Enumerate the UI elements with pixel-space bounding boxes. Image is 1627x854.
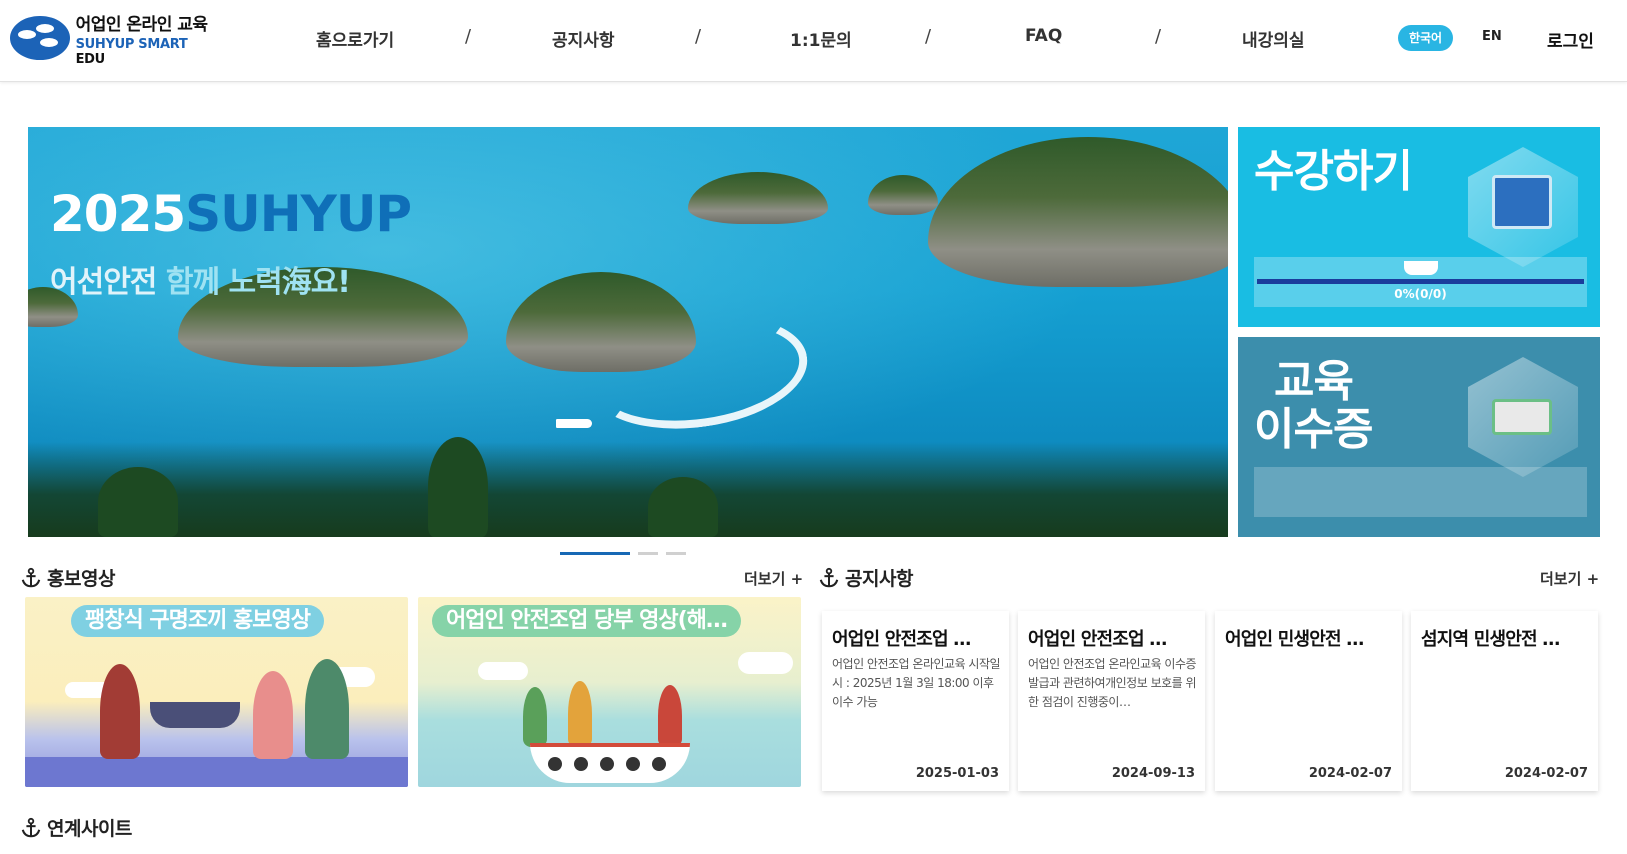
- notice-card[interactable]: 어업인 안전조업 … 어업인 안전조업 온라인교육 이수증 발급과 관련하여개인…: [1018, 611, 1205, 791]
- anchor-icon: [819, 567, 839, 587]
- anchor-icon: [21, 567, 41, 587]
- nav-faq[interactable]: FAQ: [1025, 26, 1062, 46]
- promo-video-2[interactable]: 어업인 안전조업 당부 영상(해…: [418, 597, 801, 787]
- nav-separator: /: [695, 26, 702, 47]
- course-tile[interactable]: 수강하기 0%(0/0): [1238, 127, 1600, 327]
- tree-foreground: [28, 442, 1228, 537]
- anchor-icon: [21, 817, 41, 837]
- lang-english-button[interactable]: EN: [1482, 29, 1502, 44]
- promo-video-1[interactable]: 팽창식 구명조끼 홍보영상: [25, 597, 408, 787]
- ship-illustration: [530, 743, 690, 783]
- video-title: 어업인 안전조업 당부 영상(해…: [432, 605, 741, 637]
- promo-more-link[interactable]: 더보기 +: [744, 568, 803, 589]
- notice-date: 2024-09-13: [1111, 766, 1195, 781]
- certificate-title-line2: 이수증: [1254, 404, 1373, 455]
- slider-dot-3[interactable]: [666, 552, 686, 555]
- fisher-illustration: [253, 671, 293, 759]
- fisher-illustration: [568, 681, 592, 747]
- nav-my-classroom[interactable]: 내강의실: [1242, 26, 1305, 51]
- slider-pagination: [560, 552, 686, 556]
- slider-dot-1[interactable]: [560, 552, 630, 555]
- notice-card[interactable]: 섬지역 민생안전 … 2024-02-07: [1411, 611, 1598, 791]
- progress-text: 0%(0/0): [1394, 287, 1447, 301]
- notice-title: 어업인 안전조업 …: [1028, 629, 1167, 650]
- notice-date: 2025-01-03: [915, 766, 999, 781]
- boat-image: [556, 419, 592, 428]
- nav-notice[interactable]: 공지사항: [552, 26, 615, 51]
- main-nav: 홈으로가기 / 공지사항 / 1:1문의 / FAQ / 내강의실: [300, 24, 1310, 54]
- hero-title: 2025SUHYUP: [50, 185, 412, 243]
- fisher-illustration: [658, 685, 682, 747]
- notice-title: 어업인 민생안전 …: [1225, 629, 1364, 650]
- logo-title: 어업인 온라인 교육: [75, 14, 208, 35]
- nav-separator: /: [465, 26, 472, 47]
- certificate-title-line1: 교육: [1274, 356, 1354, 407]
- promo-heading: 홍보영상: [20, 564, 115, 591]
- notice-heading: 공지사항: [818, 564, 913, 591]
- notice-date: 2024-02-07: [1308, 766, 1392, 781]
- progress-box: 0%(0/0): [1254, 257, 1587, 307]
- login-link[interactable]: 로그인: [1547, 27, 1594, 52]
- nav-inquiry[interactable]: 1:1문의: [790, 26, 852, 51]
- notice-date: 2024-02-07: [1504, 766, 1588, 781]
- nav-separator: /: [925, 26, 932, 47]
- lang-korean-button[interactable]: 한국어: [1398, 25, 1453, 51]
- notice-body: 어업인 안전조업 온라인교육 시작일시 : 2025년 1월 3일 18:00 …: [832, 657, 1001, 709]
- linked-sites-heading: 연계사이트: [20, 814, 132, 841]
- fisher-illustration: [100, 664, 140, 759]
- hero-banner[interactable]: 2025SUHYUP 어선안전 함께 노력海요!: [28, 127, 1228, 537]
- nav-home[interactable]: 홈으로가기: [316, 26, 394, 51]
- site-logo[interactable]: 어업인 온라인 교육 SUHYUP SMART EDU: [10, 14, 220, 67]
- progress-bar: [1257, 279, 1584, 284]
- notice-body: 어업인 안전조업 온라인교육 이수증 발급과 관련하여개인정보 보호를 위한 점…: [1028, 657, 1197, 709]
- slider-dot-2[interactable]: [638, 552, 658, 555]
- video-title: 팽창식 구명조끼 홍보영상: [71, 605, 324, 637]
- fish-logo-icon: [10, 16, 70, 60]
- notice-card[interactable]: 어업인 안전조업 … 어업인 안전조업 온라인교육 시작일시 : 2025년 1…: [822, 611, 1009, 791]
- ship-icon: [1404, 261, 1438, 275]
- hero-subtitle: 어선안전 함께 노력海요!: [50, 265, 351, 300]
- notice-more-link[interactable]: 더보기 +: [1540, 568, 1599, 589]
- notice-title: 어업인 안전조업 …: [832, 629, 971, 650]
- logo-subtitle: SUHYUP SMART EDU: [75, 36, 188, 67]
- notice-card[interactable]: 어업인 민생안전 … 2024-02-07: [1215, 611, 1402, 791]
- certificate-tile[interactable]: 교육 이수증: [1238, 337, 1600, 537]
- nav-separator: /: [1155, 26, 1162, 47]
- certificate-box: [1254, 467, 1587, 517]
- site-header: 어업인 온라인 교육 SUHYUP SMART EDU 홈으로가기 / 공지사항…: [0, 0, 1627, 82]
- fisher-illustration: [523, 687, 547, 747]
- fisher-illustration: [305, 659, 349, 759]
- course-tile-title: 수강하기: [1254, 146, 1413, 197]
- wave-graphic: [25, 757, 408, 787]
- notice-title: 섬지역 민생안전 …: [1421, 629, 1560, 650]
